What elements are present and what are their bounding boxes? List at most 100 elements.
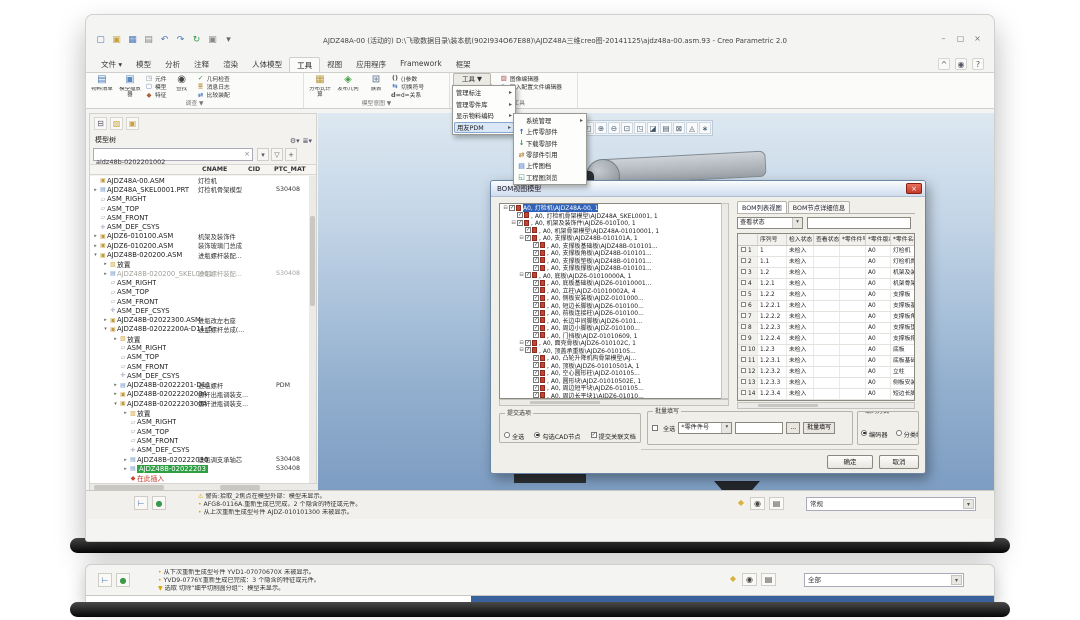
folder-browser-icon[interactable]: ▣ [126,117,139,130]
model-tree-row[interactable]: ▣ AJDZ48A-00.ASM 灯检机 [90,176,310,185]
ribbon-tab[interactable]: Framework [393,57,449,72]
clear-search-icon[interactable]: × [244,149,250,160]
checkbox[interactable]: ✓ [525,347,531,353]
bom-table-row[interactable]: 1 1 未检入 A0 灯检机 AJDZ4 [738,246,914,257]
checkbox[interactable]: ✓ [533,242,539,248]
bom-table-row[interactable]: 5 1.2.2 未检入 A0 支撑板 AJDZ4 [738,290,914,301]
web-browser-icon[interactable]: ● [116,573,130,587]
ribbon-group-label[interactable]: 调查 ▼ [89,99,300,109]
row-checkbox[interactable] [741,269,746,274]
expander-icon[interactable]: ▸ [102,317,109,323]
close-icon[interactable]: × [906,183,922,194]
row-checkbox[interactable] [741,357,746,362]
tree-toggle-icon[interactable]: ⊢ [134,496,148,510]
windows-icon[interactable]: ▣ [206,34,219,47]
bom-table-row[interactable]: 7 1.2.2.2 未检入 A0 支撑板角板 AJDZ4 [738,312,914,323]
bom-tree-hscrollbar[interactable] [499,399,729,406]
model-tree-row[interactable]: ▸ ▤ AJDZ48B-02022201-D11 进瓶螺杆 PDM [90,381,310,390]
restore-icon[interactable]: ▢ [954,32,967,43]
checkbox-select-all[interactable] [652,425,658,431]
tools-menu-item[interactable]: 用友PDM▸ [454,122,514,134]
checkbox[interactable]: ✓ [533,250,539,256]
checkbox[interactable]: ✓ [525,227,531,233]
batch-field-dropdown[interactable]: *零件件号▾ [678,422,732,434]
radio-checked-cad-nodes[interactable] [534,432,540,438]
model-tree-row[interactable]: ▸ ▧ 放置 [90,334,310,343]
bom-column-header[interactable]: *零件件号 [840,234,866,245]
tab-bom-node-details[interactable]: BOM节点详细信息 [788,201,850,213]
command-search-icon[interactable]: ◉ [955,58,967,70]
model-tree-row[interactable]: ▱ ASM_FRONT [90,213,310,222]
ribbon-group-label[interactable]: 模型意图 ▼ [307,99,446,109]
ribbon-button[interactable]: ▣模型播放器 [117,74,143,99]
bom-table-row[interactable]: 4 1.2.1 未检入 A0 机架骨架模型 AJDZ4 [738,279,914,290]
checkbox[interactable]: ✓ [533,257,539,263]
model-tree-row[interactable]: ▱ ASM_FRONT [90,297,310,306]
help-icon[interactable]: ? [972,58,984,70]
reorient-icon[interactable]: ◳ [634,122,646,134]
bom-table-row[interactable]: 3 1.2 未检入 A0 机架及装饰件 AJDZ6- [738,268,914,279]
bom-table-row[interactable]: 10 1.2.3 未检入 A0 底板 AJDZ6- [738,345,914,356]
bom-tree-vscrollbar[interactable] [721,203,729,399]
expander-icon[interactable]: ▸ [102,271,109,277]
row-checkbox[interactable] [741,346,746,351]
row-checkbox[interactable] [741,258,746,263]
customize-quick-access-icon[interactable]: ▾ [222,34,235,47]
model-tree-row[interactable]: ▱ ASM_TOP [90,204,310,213]
bom-table-row[interactable]: 12 1.2.3.2 未检入 A0 立柱 AJDZ-0 [738,367,914,378]
expander-icon[interactable]: ▸ [112,382,119,388]
row-checkbox[interactable] [741,302,746,307]
checkbox[interactable]: ✓ [533,302,539,308]
ribbon-tab[interactable]: 注释 [187,57,216,72]
tools-menu-item[interactable]: 管理标注▸ [454,87,514,99]
checkbox[interactable]: ✓ [517,220,523,226]
annotation-display-icon[interactable]: ◬ [686,122,698,134]
batch-fill-button[interactable]: 批量填写 [803,422,835,434]
ok-button[interactable]: 确定 [827,455,873,469]
row-checkbox[interactable] [741,324,746,329]
search-options-icon[interactable]: ▾ [257,148,269,161]
checkbox[interactable]: ✓ [533,392,539,398]
selection-filter-icon[interactable]: ◆ [728,573,738,586]
model-tree-row[interactable]: ▱ ASM_TOP [90,427,310,436]
browse-button[interactable]: ... [786,422,800,434]
ribbon-button[interactable]: ◉查找 [169,74,195,99]
tree-vertical-scrollbar[interactable] [309,176,316,483]
find-icon[interactable]: ◉ [742,573,757,586]
clipboard-icon[interactable]: ▤ [769,497,784,510]
undo-icon[interactable]: ↶ [158,34,171,47]
expander-icon[interactable]: ▾ [92,252,99,258]
bom-table-row[interactable]: 2 1.1 未检入 A0 灯检机骨架... AJDZ4 [738,257,914,268]
row-checkbox[interactable] [741,390,746,395]
bom-column-header[interactable]: 序列号 [758,234,787,245]
column-cname[interactable]: CNAME [202,166,227,173]
row-checkbox[interactable] [741,335,746,340]
bom-column-header[interactable]: *零件名称 [891,234,915,245]
row-checkbox[interactable] [741,247,746,252]
bom-column-header[interactable]: 查看状态 [814,234,840,245]
selection-filter-dropdown[interactable]: 常规▾ [806,497,976,511]
row-checkbox[interactable] [741,368,746,373]
model-tree-row[interactable]: ▱ ASM_TOP [90,353,310,362]
ribbon-button[interactable]: ▦分布式计算 [307,74,333,99]
tools-menu-item[interactable]: 显示物料编码▸ [454,110,514,122]
add-filter-icon[interactable]: + [285,148,297,161]
ribbon-tab[interactable]: 模型 [129,57,158,72]
ribbon-button[interactable]: d=d=关系 [391,91,424,99]
regenerate-icon[interactable]: ↻ [190,34,203,47]
model-tree-row[interactable]: ▱ ASM_RIGHT [90,343,310,352]
model-tree-row[interactable]: ◆ 在此插入 [90,474,310,483]
checkbox[interactable]: ✓ [533,280,539,286]
expander-icon[interactable]: ▾ [112,401,119,407]
zoom-out-icon[interactable]: ⊖ [608,122,620,134]
row-checkbox[interactable] [741,379,746,384]
checkbox[interactable]: ✓ [533,370,539,376]
model-tree-row[interactable]: ▱ ASM_TOP [90,288,310,297]
ribbon-button[interactable]: ◆特征 [145,91,167,99]
checkbox[interactable]: ✓ [517,212,523,218]
filter-icon[interactable]: ▽ [271,148,283,161]
checkbox[interactable]: ✓ [533,310,539,316]
tab-bom-list-view[interactable]: BOM列表视图 [737,201,787,213]
collapse-ribbon-icon[interactable]: ^ [938,58,950,70]
menu-item-system-admin[interactable]: 系统管理▸ [515,115,585,126]
